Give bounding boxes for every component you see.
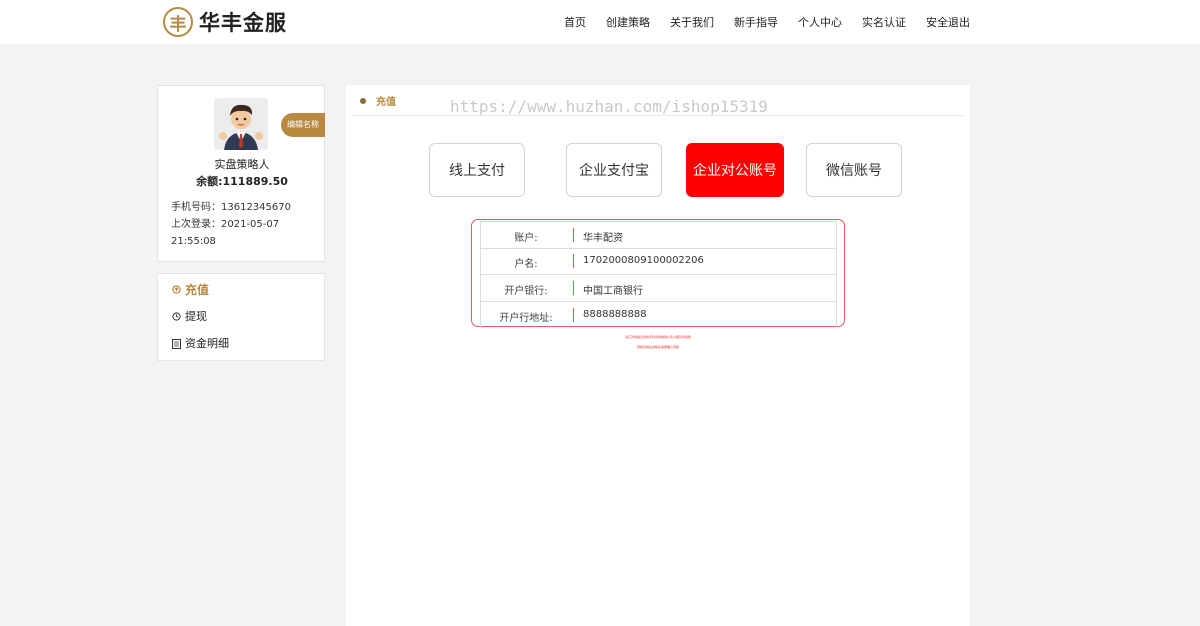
transfer-note: 转账完成后请联系客服确认到账	[636, 345, 679, 349]
nav-create-strategy[interactable]: 创建策略	[606, 14, 650, 30]
top-header: 丰 华丰金服 首页 创建策略 关于我们 新手指导 个人中心 实名认证 安全退出	[0, 0, 1200, 44]
row-label: 开户银行:	[504, 286, 548, 297]
user-phone: 手机号码：13612345670	[171, 202, 291, 213]
row-value: 中国工商银行	[583, 286, 643, 297]
withdraw-icon	[172, 311, 181, 321]
menu-label-withdraw: 提现	[185, 310, 207, 323]
avatar-icon	[214, 98, 268, 150]
user-info: 手机号码：13612345670 上次登录：2021-05-07 21:55:0…	[171, 199, 321, 250]
nav-about[interactable]: 关于我们	[670, 14, 714, 30]
nav-guide[interactable]: 新手指导	[734, 14, 778, 30]
nav-home[interactable]: 首页	[564, 14, 586, 30]
table-row: 开户银行: 中国工商银行	[480, 275, 836, 302]
menu-item-ledger[interactable]: 资金明细	[172, 335, 229, 351]
row-label: 户名:	[514, 259, 538, 270]
logo-icon: 丰	[163, 7, 193, 37]
bullet-icon	[360, 97, 366, 104]
panel-title: 充值	[376, 97, 396, 108]
menu-label-ledger: 资金明细	[185, 337, 229, 350]
menu-item-recharge[interactable]: 充值	[172, 281, 209, 298]
row-label: 账户:	[514, 233, 538, 244]
user-name: 实盘策略人	[214, 158, 270, 171]
logo-text: 华丰金服	[199, 11, 287, 35]
table-row: 户名: 1702000809100002206	[480, 248, 836, 275]
profile-card: 编辑名称 实盘策略人 余额:111889.50 手机号码：13612345670…	[157, 85, 325, 262]
transfer-note: 请汇款时备注您的手机号码或用户名以便及时到账	[624, 335, 691, 339]
row-label: 开户行地址:	[499, 313, 553, 324]
last-login-date: 上次登录：2021-05-07	[171, 219, 280, 230]
edit-name-button[interactable]: 编辑名称	[281, 113, 325, 137]
account-info-table: 账户: 华丰配资 户名: 1702000809100002206 开户银行: 中…	[471, 219, 845, 327]
main-nav: 首页 创建策略 关于我们 新手指导 个人中心 实名认证 安全退出	[544, 0, 970, 44]
pay-online-button[interactable]: 线上支付	[429, 143, 525, 197]
pay-corporate-account-button[interactable]: 企业对公账号	[686, 143, 784, 197]
row-value: 华丰配资	[583, 233, 623, 244]
nav-logout[interactable]: 安全退出	[926, 14, 970, 30]
panel-divider	[352, 115, 964, 116]
recharge-panel: 充值 https://www.huzhan.com/ishop15319 线上支…	[346, 85, 970, 626]
last-login-time: 21:55:08	[171, 236, 216, 247]
table-row: 账户: 华丰配资	[480, 221, 836, 249]
menu-label-recharge: 充值	[185, 283, 210, 297]
row-value: 1702000809100002206	[583, 255, 704, 266]
row-separator	[573, 254, 574, 268]
avatar	[214, 98, 268, 150]
nav-verification[interactable]: 实名认证	[862, 14, 906, 30]
row-separator	[573, 228, 574, 242]
panel-header: 充值	[360, 93, 396, 108]
table-border-right	[836, 221, 837, 327]
pay-alipay-button[interactable]: 企业支付宝	[566, 143, 662, 197]
user-balance: 余额:111889.50	[196, 175, 288, 188]
nav-user-center[interactable]: 个人中心	[798, 14, 842, 30]
watermark: https://www.huzhan.com/ishop15319	[450, 97, 768, 116]
site-logo[interactable]: 丰 华丰金服	[163, 5, 287, 39]
row-separator	[573, 281, 574, 295]
row-value: 8888888888	[583, 309, 647, 320]
ledger-icon	[172, 338, 181, 349]
funds-menu: 充值 提现 资金明细	[157, 273, 325, 361]
recharge-icon	[172, 285, 181, 294]
row-separator	[573, 308, 574, 322]
pay-wechat-button[interactable]: 微信账号	[806, 143, 902, 197]
table-row: 开户行地址: 8888888888	[480, 302, 836, 328]
menu-item-withdraw[interactable]: 提现	[172, 308, 207, 324]
